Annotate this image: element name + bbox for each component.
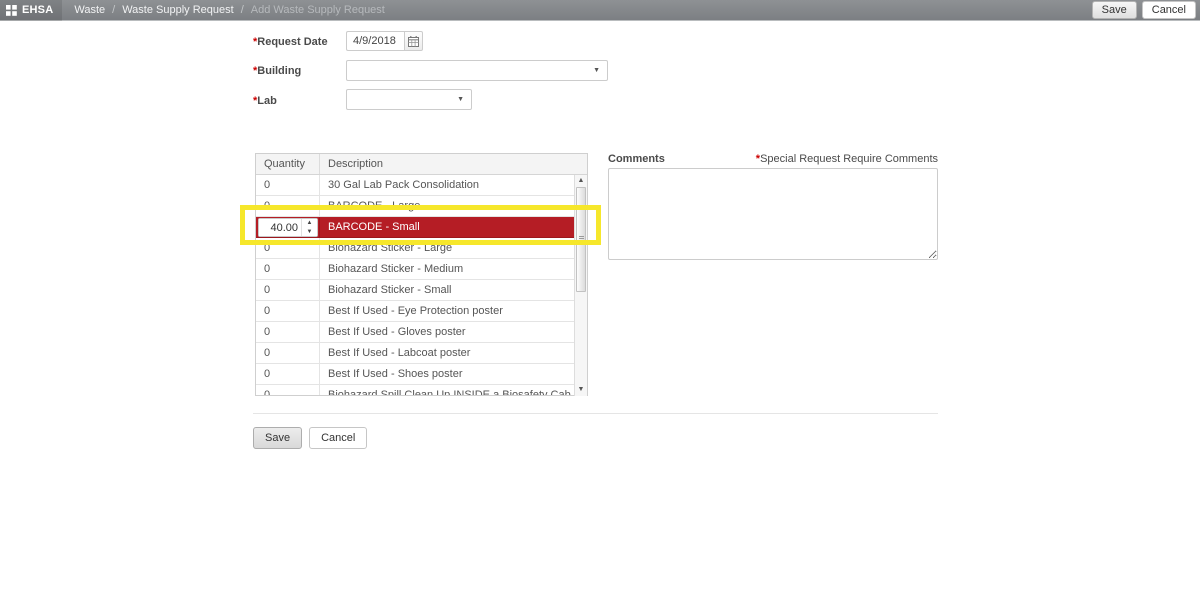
table-row[interactable]: 0 Biohazard Sticker - Large: [256, 238, 576, 259]
spinner-down-icon[interactable]: ▼: [302, 228, 317, 237]
breadcrumb-waste-supply-request[interactable]: Waste Supply Request: [122, 4, 233, 16]
chevron-down-icon: ▼: [457, 96, 471, 103]
breadcrumb-separator: /: [112, 4, 115, 16]
quantity-input[interactable]: [259, 219, 301, 236]
quantity-cell[interactable]: 0: [256, 364, 320, 384]
breadcrumb-separator: /: [241, 4, 244, 16]
comments-required-note: *Special Request Require Comments: [608, 153, 938, 165]
description-cell: BARCODE - Large: [320, 196, 576, 216]
description-cell: Biohazard Sticker - Medium: [320, 259, 576, 279]
description-cell: Best If Used - Eye Protection poster: [320, 301, 576, 321]
app-logo[interactable]: EHSA: [0, 0, 62, 21]
breadcrumb-current-page: Add Waste Supply Request: [251, 4, 385, 16]
calendar-icon: [408, 36, 419, 47]
table-row[interactable]: 0 Best If Used - Labcoat poster: [256, 343, 576, 364]
table-row[interactable]: 0 Biohazard Sticker - Small: [256, 280, 576, 301]
scrollbar-grip: [579, 236, 584, 243]
spinner-up-icon[interactable]: ▲: [302, 219, 317, 228]
table-row[interactable]: ▲ ▼ BARCODE - Small: [256, 217, 576, 238]
description-cell: 30 Gal Lab Pack Consolidation: [320, 175, 576, 195]
breadcrumb: Waste / Waste Supply Request / Add Waste…: [74, 4, 385, 16]
quantity-cell[interactable]: 0: [256, 196, 320, 216]
topbar-save-button[interactable]: Save: [1092, 1, 1137, 19]
quantity-cell[interactable]: 0: [256, 322, 320, 342]
table-row[interactable]: 0 Best If Used - Gloves poster: [256, 322, 576, 343]
table-row[interactable]: 0 Best If Used - Shoes poster: [256, 364, 576, 385]
building-select[interactable]: ▼: [346, 60, 608, 81]
description-cell: Best If Used - Labcoat poster: [320, 343, 576, 363]
app-logo-text: EHSA: [22, 4, 53, 16]
table-row[interactable]: 0 BARCODE - Large: [256, 196, 576, 217]
description-cell: Biohazard Sticker - Small: [320, 280, 576, 300]
description-cell: Best If Used - Gloves poster: [320, 322, 576, 342]
quantity-cell[interactable]: 0: [256, 238, 320, 258]
quantity-cell[interactable]: 0: [256, 301, 320, 321]
chevron-down-icon: ▼: [593, 67, 607, 74]
quantity-cell[interactable]: 0: [256, 175, 320, 195]
topbar-actions: Save Cancel: [1092, 1, 1200, 19]
quantity-cell[interactable]: ▲ ▼: [256, 217, 320, 237]
description-cell: BARCODE - Small: [320, 217, 576, 237]
quantity-cell[interactable]: 0: [256, 343, 320, 363]
scroll-down-icon[interactable]: ▼: [575, 384, 587, 396]
table-scrollbar[interactable]: ▲ ▼: [574, 175, 587, 396]
quantity-cell[interactable]: 0: [256, 280, 320, 300]
footer-actions: Save Cancel: [253, 427, 367, 449]
topbar-cancel-button[interactable]: Cancel: [1142, 1, 1196, 19]
description-cell: Biohazard Sticker - Large: [320, 238, 576, 258]
request-date-group: [346, 31, 423, 51]
quantity-cell[interactable]: 0: [256, 259, 320, 279]
calendar-button[interactable]: [404, 31, 423, 51]
supply-table-header: Quantity Description: [256, 154, 587, 175]
footer-divider: [253, 413, 938, 414]
table-row[interactable]: 0 Biohazard Spill Clean Up INSIDE a Bios…: [256, 385, 576, 395]
comments-textarea[interactable]: [608, 168, 938, 260]
top-bar: EHSA Waste / Waste Supply Request / Add …: [0, 0, 1200, 21]
scrollbar-thumb[interactable]: [576, 187, 586, 292]
description-cell: Best If Used - Shoes poster: [320, 364, 576, 384]
building-label: *Building: [253, 65, 301, 77]
save-button[interactable]: Save: [253, 427, 302, 449]
scroll-up-icon[interactable]: ▲: [575, 175, 587, 187]
lab-select[interactable]: ▼: [346, 89, 472, 110]
request-date-label: *Request Date: [253, 36, 328, 48]
description-cell: Biohazard Spill Clean Up INSIDE a Biosaf…: [320, 385, 576, 395]
table-row[interactable]: 0 Best If Used - Eye Protection poster: [256, 301, 576, 322]
supply-table: Quantity Description 0 30 Gal Lab Pack C…: [255, 153, 588, 396]
lab-label: *Lab: [253, 95, 277, 107]
breadcrumb-waste[interactable]: Waste: [74, 4, 105, 16]
cancel-button[interactable]: Cancel: [309, 427, 367, 449]
quantity-cell[interactable]: 0: [256, 385, 320, 395]
request-date-input[interactable]: [346, 31, 404, 51]
quantity-column-header: Quantity: [256, 154, 320, 174]
grid-icon: [6, 5, 17, 16]
quantity-editor: ▲ ▼: [258, 218, 318, 237]
quantity-spinner: ▲ ▼: [301, 219, 317, 236]
table-row[interactable]: 0 Biohazard Sticker - Medium: [256, 259, 576, 280]
description-column-header: Description: [320, 154, 587, 174]
supply-table-body: 0 30 Gal Lab Pack Consolidation 0 BARCOD…: [256, 175, 576, 395]
table-row[interactable]: 0 30 Gal Lab Pack Consolidation: [256, 175, 576, 196]
